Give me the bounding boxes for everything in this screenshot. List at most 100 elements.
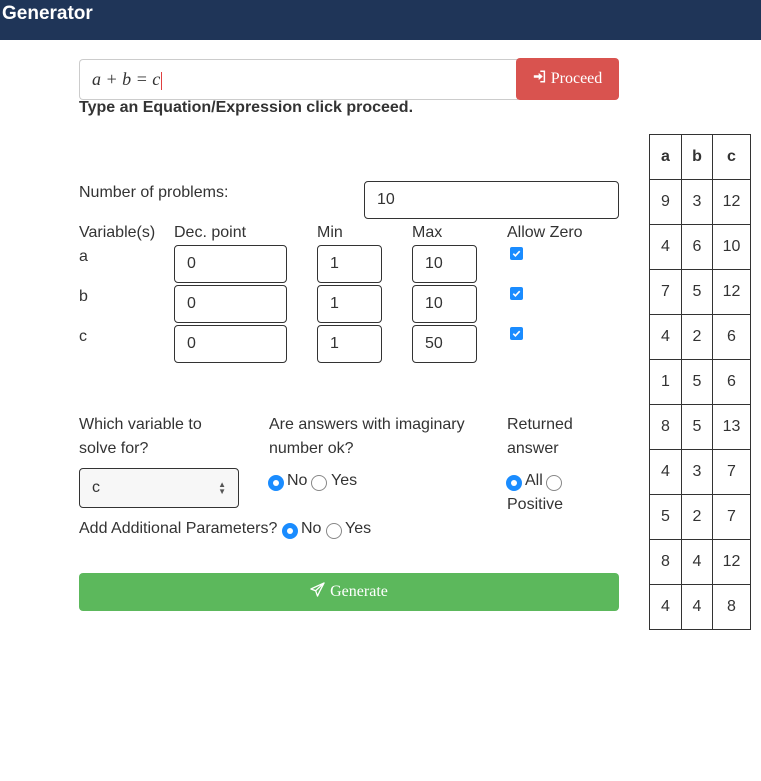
additional-params-label: Add Additional Parameters? [79, 520, 278, 537]
table-cell: 12 [712, 539, 751, 585]
app-title[interactable]: Generator [2, 3, 93, 25]
paper-plane-icon [310, 582, 325, 602]
generate-button[interactable]: Generate [79, 573, 619, 611]
select-arrows-icon: ▲ ▼ [218, 480, 226, 496]
additional-no-radio[interactable] [282, 523, 298, 539]
allow-zero-header: Allow Zero [507, 224, 583, 241]
imaginary-label-line2: number ok? [269, 440, 354, 457]
table-row: 8 4 12 [649, 539, 751, 585]
proceed-label: Proceed [550, 70, 603, 87]
table-row: 437 [649, 449, 751, 495]
additional-no-label: No [301, 520, 322, 537]
max-header: Max [412, 224, 443, 241]
variable-b-dec-point-input[interactable]: 0 [174, 285, 287, 323]
table-cell: 12 [712, 269, 751, 315]
checkmark-icon [512, 330, 521, 337]
variable-c-max-input[interactable]: 50 [412, 325, 477, 363]
table-row: 426 [649, 314, 751, 360]
returned-answer-label-line1: Returned [507, 416, 573, 433]
table-cell: 6 [712, 314, 751, 360]
variable-c-dec-point-input[interactable]: 0 [174, 325, 287, 363]
variables-header: Variable(s) [79, 224, 156, 241]
table-row: 8 5 13 [649, 404, 751, 450]
table-cell: 8 [649, 539, 682, 585]
table-cell: 2 [681, 314, 713, 360]
table-cell: 3 [681, 179, 713, 225]
imaginary-no-radio[interactable] [268, 475, 284, 491]
results-header-b: b [681, 134, 713, 180]
variable-a-allow-zero-checkbox[interactable] [510, 247, 523, 260]
dec-point-header: Dec. point [174, 224, 247, 241]
solve-for-selected: c [92, 479, 100, 496]
table-cell: 6 [681, 224, 713, 270]
imaginary-label-line1: Are answers with imaginary [269, 416, 465, 433]
generate-label: Generate [330, 583, 388, 600]
table-cell: 4 [649, 224, 682, 270]
table-row: 448 [649, 584, 751, 630]
variable-a-label: a [79, 248, 88, 265]
table-cell: 4 [649, 314, 682, 360]
equation-input[interactable]: a + b = c [79, 59, 518, 100]
solve-for-label-line2: solve for? [79, 440, 149, 457]
table-cell: 6 [712, 359, 751, 405]
checkmark-icon [512, 250, 521, 257]
returned-positive-radio[interactable] [546, 475, 562, 491]
table-row: 7 5 12 [649, 269, 751, 315]
table-cell: 5 [681, 269, 713, 315]
solve-for-label-line1: Which variable to [79, 416, 202, 433]
table-cell: 2 [681, 494, 713, 540]
table-cell: 8 [712, 584, 751, 630]
additional-yes-radio[interactable] [326, 523, 342, 539]
results-table: a b c 9 3 12 4 6 10 7 5 12 426 156 8 5 13 437 52… [649, 134, 751, 630]
equation-text: a + b = c [92, 69, 161, 89]
variable-c-label: c [79, 328, 87, 345]
variable-b-allow-zero-checkbox[interactable] [510, 287, 523, 300]
imaginary-no-label: No [287, 472, 308, 489]
table-row: 156 [649, 359, 751, 405]
table-cell: 1 [649, 359, 682, 405]
equation-hint: Type an Equation/Expression click procee… [79, 99, 414, 116]
table-cell: 13 [712, 404, 751, 450]
variable-a-min-input[interactable]: 1 [317, 245, 382, 283]
table-cell: 3 [681, 449, 713, 495]
table-row: 9 3 12 [649, 179, 751, 225]
num-problems-label: Number of problems: [79, 184, 229, 201]
variable-c-allow-zero-checkbox[interactable] [510, 327, 523, 340]
proceed-button[interactable]: Proceed [516, 58, 619, 100]
results-header-a: a [649, 134, 682, 180]
table-cell: 10 [712, 224, 751, 270]
results-header-c: c [712, 134, 751, 180]
additional-yes-label: Yes [345, 520, 372, 537]
table-cell: 4 [681, 584, 713, 630]
min-header: Min [317, 224, 343, 241]
table-cell: 12 [712, 179, 751, 225]
table-cell: 4 [649, 584, 682, 630]
imaginary-yes-radio[interactable] [311, 475, 327, 491]
sign-in-icon [533, 70, 546, 88]
returned-all-radio[interactable] [506, 475, 522, 491]
results-header-row: a b c [649, 134, 751, 180]
variable-c-min-input[interactable]: 1 [317, 325, 382, 363]
table-cell: 7 [649, 269, 682, 315]
solve-for-select[interactable]: c ▲ ▼ [79, 468, 239, 508]
table-cell: 5 [681, 359, 713, 405]
text-caret [161, 71, 163, 90]
variable-a-dec-point-input[interactable]: 0 [174, 245, 287, 283]
table-cell: 4 [681, 539, 713, 585]
variable-b-max-input[interactable]: 10 [412, 285, 477, 323]
returned-positive-label: Positive [507, 496, 564, 513]
table-row: 527 [649, 494, 751, 540]
table-cell: 7 [712, 449, 751, 495]
table-cell: 7 [712, 494, 751, 540]
checkmark-icon [512, 290, 521, 297]
table-cell: 4 [649, 449, 682, 495]
variable-a-max-input[interactable]: 10 [412, 245, 477, 283]
variable-b-label: b [79, 288, 88, 305]
variable-b-min-input[interactable]: 1 [317, 285, 382, 323]
table-cell: 9 [649, 179, 682, 225]
num-problems-input[interactable]: 10 [364, 181, 619, 219]
table-row: 4 6 10 [649, 224, 751, 270]
navbar: Generator [0, 0, 761, 40]
table-cell: 5 [649, 494, 682, 540]
table-cell: 5 [681, 404, 713, 450]
